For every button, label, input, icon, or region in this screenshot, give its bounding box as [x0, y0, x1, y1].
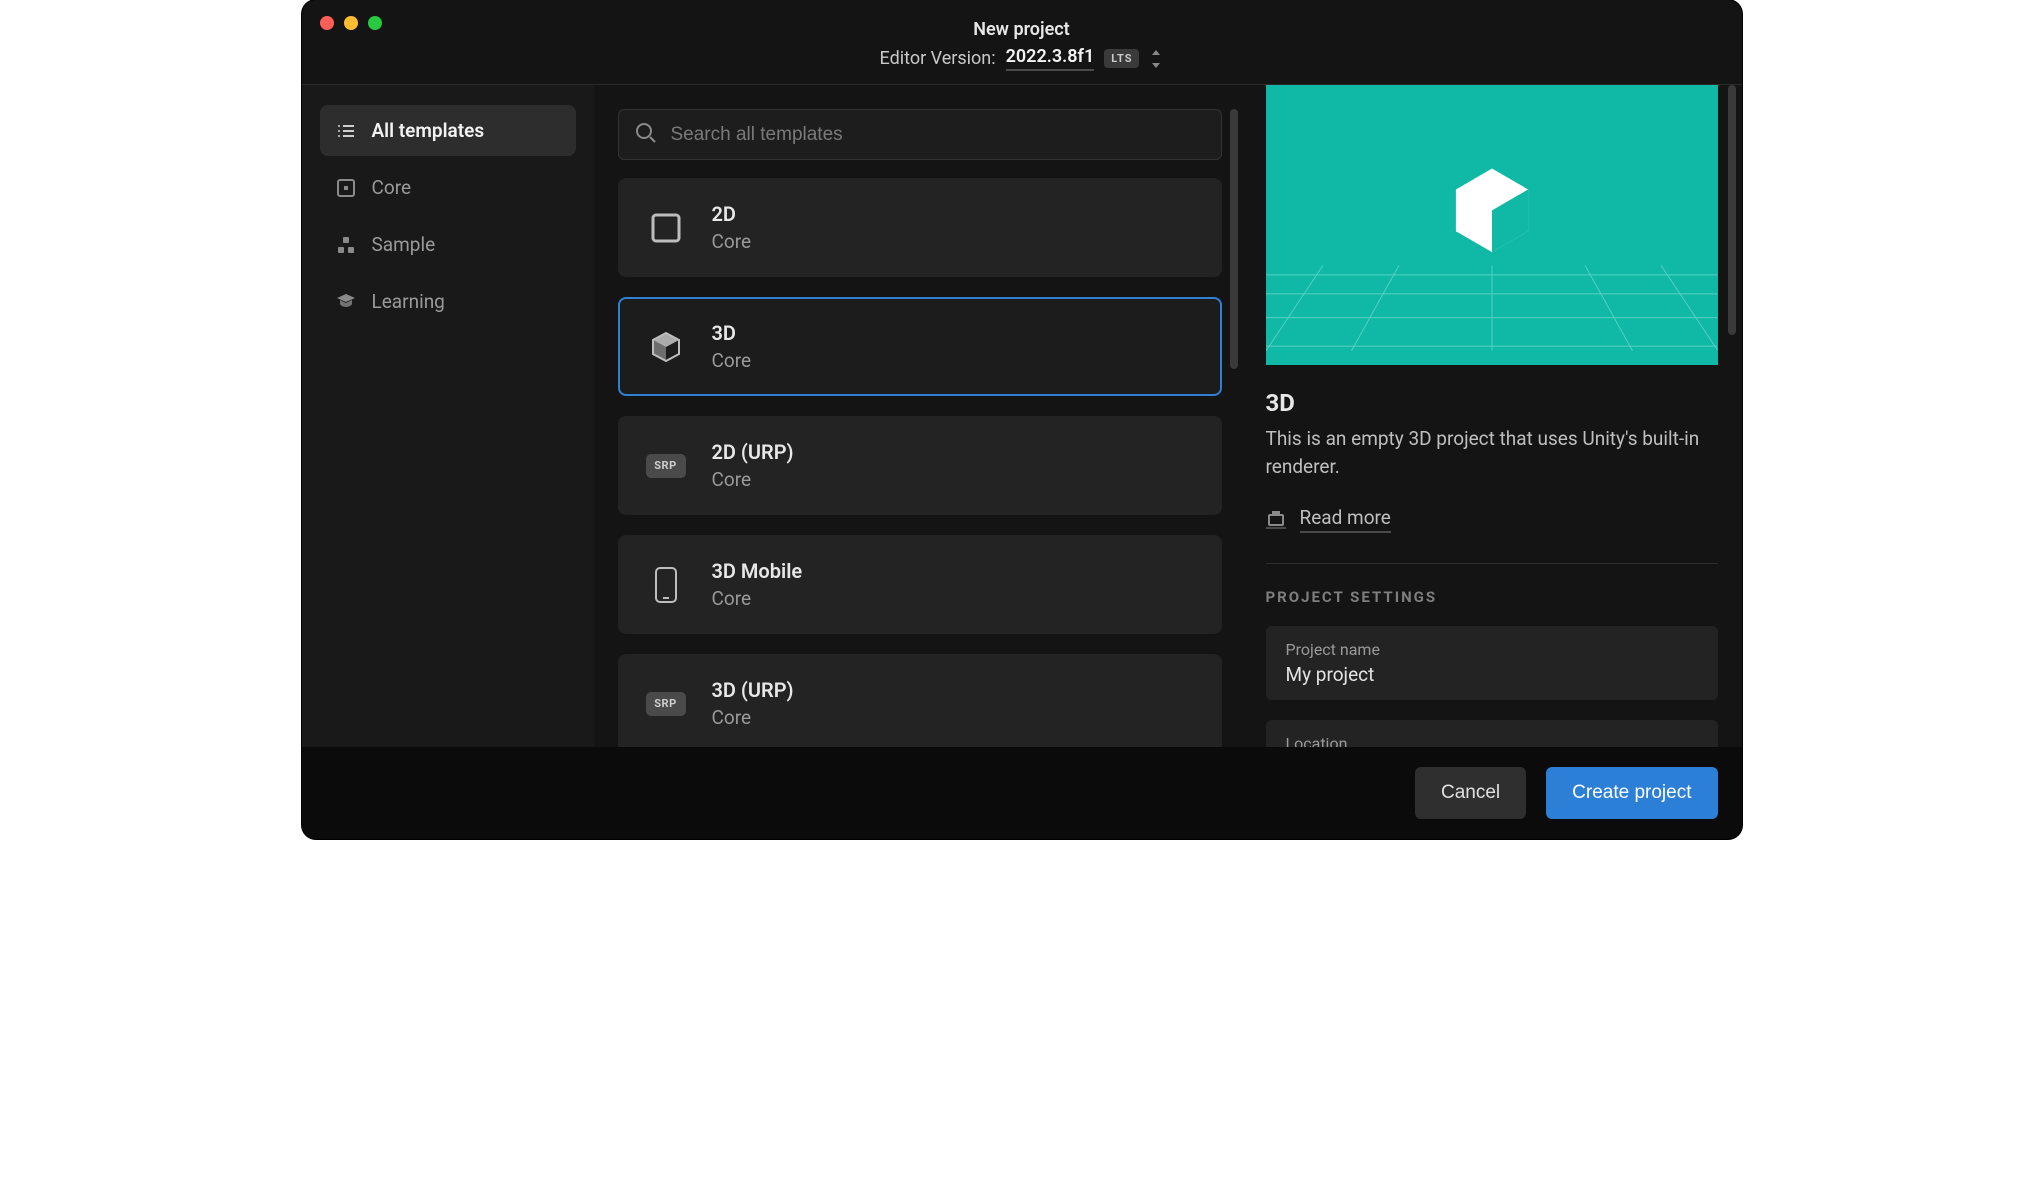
sidebar-item-label: Sample: [372, 233, 436, 256]
sample-icon: [336, 235, 356, 255]
details-title: 3D: [1266, 389, 1718, 417]
template-card-3d-mobile[interactable]: 3D Mobile Core: [618, 535, 1222, 634]
template-list-scrollbar[interactable]: [1230, 109, 1238, 369]
srp-badge-icon: SRP: [646, 446, 686, 486]
read-more-link[interactable]: Read more: [1266, 506, 1718, 533]
window-title: New project: [973, 19, 1069, 40]
read-more-icon: [1266, 511, 1286, 529]
srp-badge-icon: SRP: [646, 684, 686, 724]
template-card-3d[interactable]: 3D Core: [618, 297, 1222, 396]
read-more-label: Read more: [1300, 506, 1391, 533]
footer: Cancel Create project: [302, 747, 1742, 839]
location-label: Location: [1286, 734, 1698, 747]
divider: [1266, 563, 1718, 564]
list-icon: [336, 121, 356, 141]
template-subtitle: Core: [712, 587, 803, 610]
template-title: 3D: [712, 321, 752, 345]
location-field[interactable]: Location: [1266, 720, 1718, 747]
mobile-icon: [646, 565, 686, 605]
template-subtitle: Core: [712, 349, 752, 372]
cancel-button[interactable]: Cancel: [1415, 767, 1526, 819]
sidebar-item-core[interactable]: Core: [320, 162, 576, 213]
sidebar-item-all-templates[interactable]: All templates: [320, 105, 576, 156]
search-input[interactable]: [671, 124, 1205, 146]
close-window-button[interactable]: [320, 16, 334, 30]
project-name-value: My project: [1286, 663, 1698, 686]
details-panel: 3D This is an empty 3D project that uses…: [1242, 85, 1742, 747]
lts-badge: LTS: [1104, 49, 1139, 68]
template-card-2d[interactable]: 2D Core: [618, 178, 1222, 277]
sidebar-item-label: Core: [372, 176, 412, 199]
project-name-label: Project name: [1286, 640, 1698, 659]
template-title: 2D: [712, 202, 752, 226]
template-title: 3D (URP): [712, 678, 794, 702]
create-project-button[interactable]: Create project: [1546, 767, 1717, 819]
body: All templates Core Sample Learning: [302, 85, 1742, 747]
sidebar-item-label: Learning: [372, 290, 445, 313]
new-project-window: New project Editor Version: 2022.3.8f1 L…: [302, 0, 1742, 839]
template-list-panel: 2D Core 3D Core SRP: [594, 85, 1242, 747]
version-stepper-icon[interactable]: [1149, 50, 1163, 68]
cube-icon: [646, 327, 686, 367]
search-icon: [635, 122, 657, 148]
window-controls: [320, 16, 382, 30]
sidebar-item-sample[interactable]: Sample: [320, 219, 576, 270]
template-subtitle: Core: [712, 230, 752, 253]
details-body: 3D This is an empty 3D project that uses…: [1266, 365, 1742, 533]
project-name-field[interactable]: Project name My project: [1266, 626, 1718, 700]
template-list: 2D Core 3D Core SRP: [618, 178, 1222, 747]
template-title: 2D (URP): [712, 440, 794, 464]
template-title: 3D Mobile: [712, 559, 803, 583]
editor-version-label: Editor Version:: [880, 48, 996, 69]
template-card-2d-urp[interactable]: SRP 2D (URP) Core: [618, 416, 1222, 515]
details-scrollbar[interactable]: [1728, 85, 1736, 335]
sidebar: All templates Core Sample Learning: [302, 85, 594, 747]
zoom-window-button[interactable]: [368, 16, 382, 30]
details-description: This is an empty 3D project that uses Un…: [1266, 425, 1718, 480]
editor-version-value[interactable]: 2022.3.8f1: [1006, 46, 1095, 71]
search-box[interactable]: [618, 109, 1222, 160]
sidebar-item-learning[interactable]: Learning: [320, 276, 576, 327]
square-icon: [646, 208, 686, 248]
editor-version-row: Editor Version: 2022.3.8f1 LTS: [880, 46, 1164, 71]
template-subtitle: Core: [712, 706, 794, 729]
sidebar-item-label: All templates: [372, 119, 485, 142]
minimize-window-button[interactable]: [344, 16, 358, 30]
core-icon: [336, 178, 356, 198]
project-settings-label: PROJECT SETTINGS: [1266, 588, 1742, 606]
template-subtitle: Core: [712, 468, 794, 491]
template-card-3d-urp[interactable]: SRP 3D (URP) Core: [618, 654, 1222, 747]
template-preview: [1266, 85, 1718, 365]
titlebar: New project Editor Version: 2022.3.8f1 L…: [302, 0, 1742, 85]
learning-icon: [336, 292, 356, 312]
